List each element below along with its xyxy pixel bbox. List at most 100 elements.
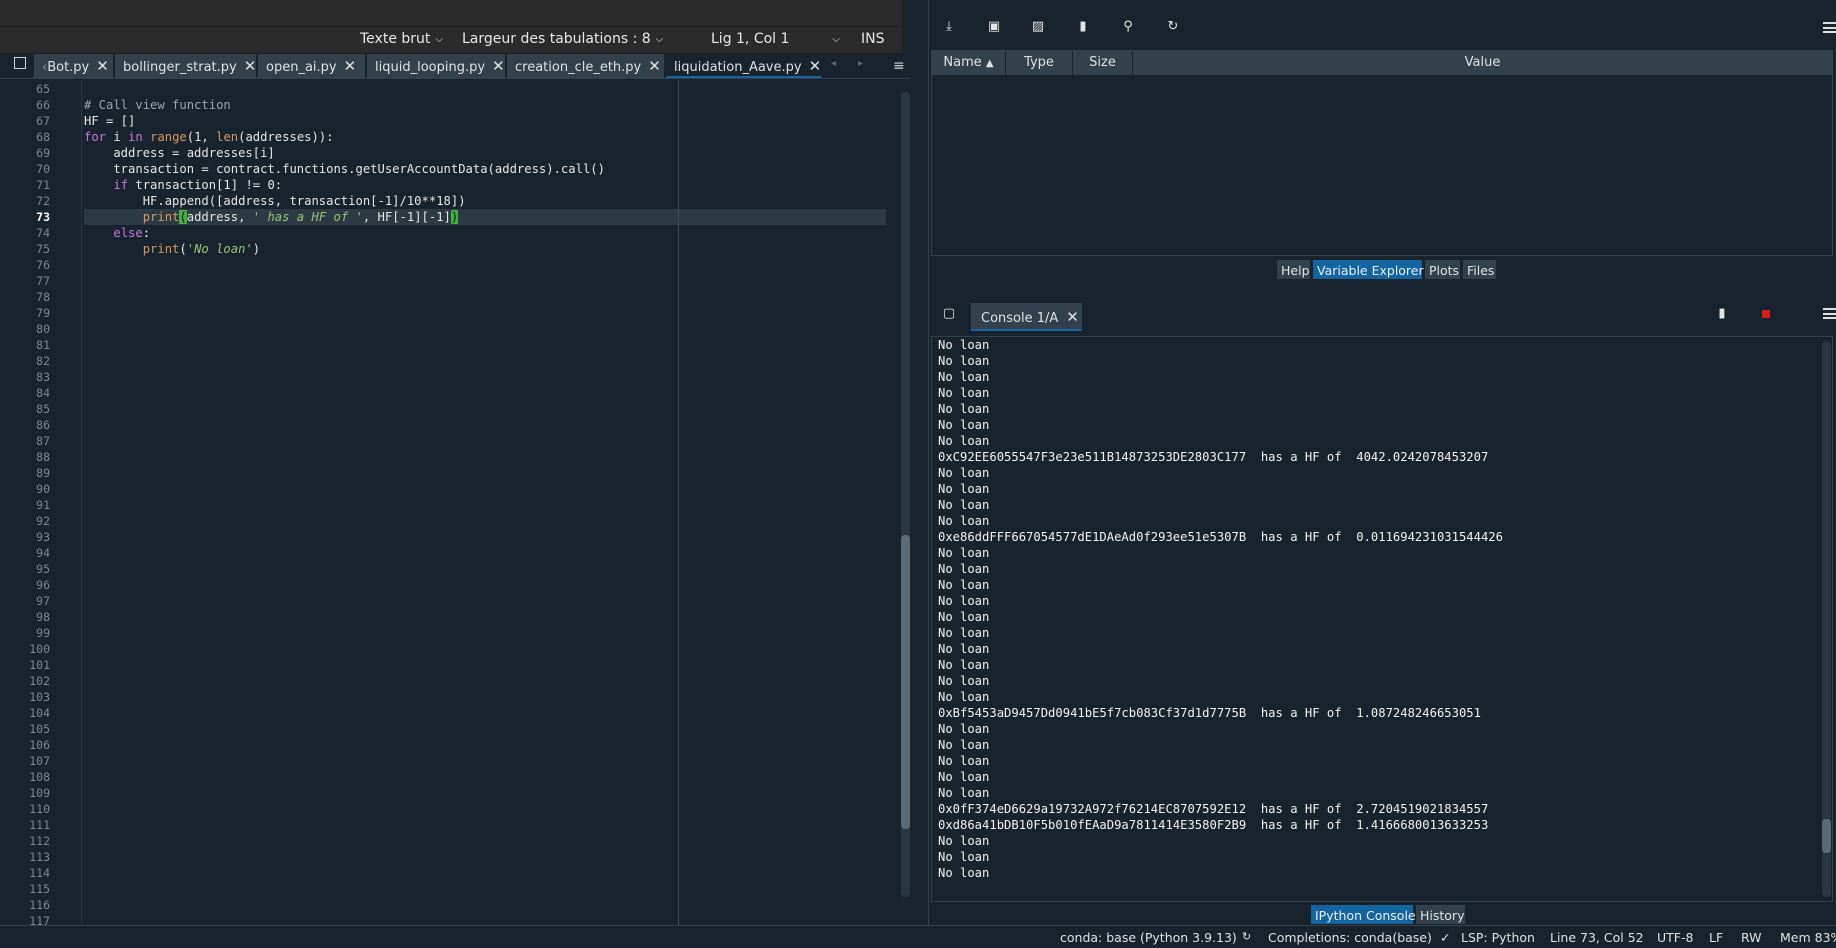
editor-scrollbar[interactable] bbox=[901, 92, 910, 897]
encoding-status: UTF-8 bbox=[1657, 930, 1694, 945]
line-number: 84 bbox=[36, 386, 50, 400]
console-line: No loan bbox=[938, 546, 990, 560]
line-number: 71 bbox=[36, 178, 50, 192]
line-number: 106 bbox=[29, 738, 50, 752]
close-icon[interactable]: ✕ bbox=[96, 57, 109, 75]
options-menu-icon[interactable] bbox=[1823, 22, 1836, 33]
scroll-tabs-right-icon[interactable]: ▸ bbox=[858, 58, 863, 69]
edge-line bbox=[678, 80, 679, 925]
line-number: 93 bbox=[36, 530, 50, 544]
chevron-down-icon: ⌵ bbox=[832, 34, 841, 45]
variable-explorer-toolbar: ⤓ ▣ ▨ ▮ ⚲ ↻ bbox=[928, 10, 1836, 50]
tab-bollinger-strat[interactable]: bollinger_strat.py ✕ bbox=[115, 54, 257, 78]
line-number: 109 bbox=[29, 786, 50, 800]
tab-console-1a[interactable]: Console 1/A ✕ bbox=[971, 303, 1082, 331]
console-scrollbar[interactable] bbox=[1822, 341, 1831, 897]
variable-explorer-table[interactable]: Name ▲ Type Size Value bbox=[931, 50, 1833, 256]
clear-console-icon[interactable]: ▮ bbox=[1715, 307, 1729, 321]
browse-tabs-icon[interactable] bbox=[14, 57, 26, 69]
tab-label: liquid_looping.py bbox=[375, 60, 486, 75]
new-console-icon[interactable]: ▢ bbox=[942, 307, 956, 321]
line-number: 116 bbox=[29, 898, 50, 912]
line-number: 103 bbox=[29, 690, 50, 704]
chevron-down-icon: ⌵ bbox=[655, 34, 664, 45]
console-line: No loan bbox=[938, 386, 990, 400]
line-number: 82 bbox=[36, 354, 50, 368]
rw-status: RW bbox=[1741, 930, 1762, 945]
refresh-icon[interactable]: ↻ bbox=[1166, 20, 1180, 34]
tab-label: liquidation_Aave.py bbox=[674, 60, 802, 75]
console-line: No loan bbox=[938, 786, 990, 800]
code-line-68: for i in range(1, len(addresses)): bbox=[84, 129, 334, 145]
completions-status[interactable]: Completions: conda(base) bbox=[1268, 930, 1432, 945]
stop-kernel-icon[interactable] bbox=[1762, 310, 1770, 318]
column-header-value[interactable]: Value bbox=[1133, 51, 1832, 75]
close-icon[interactable]: ✕ bbox=[492, 57, 505, 75]
save-as-icon[interactable]: ▨ bbox=[1031, 20, 1045, 34]
conda-env-status[interactable]: conda: base (Python 3.9.13) bbox=[1060, 930, 1237, 945]
console-line: No loan bbox=[938, 642, 990, 656]
tab-liquid-looping[interactable]: liquid_looping.py ✕ bbox=[367, 54, 506, 78]
tab-open-ai[interactable]: open_ai.py ✕ bbox=[258, 54, 366, 78]
console-options-menu-icon[interactable] bbox=[1823, 308, 1836, 319]
console-scrollbar-handle[interactable] bbox=[1822, 819, 1831, 853]
console-tab-bar: ▢ Console 1/A ✕ ▮ bbox=[928, 300, 1836, 333]
tab-creation-cle-eth[interactable]: creation_cle_eth.py ✕ bbox=[507, 54, 665, 78]
code-line-67: HF = [] bbox=[84, 114, 136, 128]
column-header-name[interactable]: Name ▲ bbox=[932, 51, 1006, 75]
line-number: 117 bbox=[29, 914, 50, 925]
hamburger-menu-icon[interactable]: ≡ bbox=[893, 58, 905, 74]
ipython-console[interactable]: No loan No loan No loan No loan No loan No lo… bbox=[931, 336, 1833, 902]
editor-scrollbar-handle[interactable] bbox=[901, 535, 910, 829]
console-line: No loan bbox=[938, 626, 990, 640]
tab-ipython-console[interactable]: IPython Console bbox=[1310, 904, 1416, 925]
import-data-icon[interactable]: ⤓ bbox=[942, 20, 956, 34]
console-line: 0xd86a41bDB10F5b010fEAaD9a7811414E3580F2… bbox=[938, 818, 1489, 832]
tab-plots[interactable]: Plots bbox=[1424, 259, 1461, 280]
console-line: 0x0fF374eD6629a19732A972f76214EC8707592E… bbox=[938, 802, 1489, 816]
code-line-69: address = addresses[i] bbox=[84, 146, 275, 160]
console-line: No loan bbox=[938, 674, 990, 688]
line-number: 92 bbox=[36, 514, 50, 528]
console-line: No loan bbox=[938, 610, 990, 624]
search-icon[interactable]: ⚲ bbox=[1121, 20, 1135, 34]
code-editor[interactable]: 65 66 67 68 69 70 71 72 73 74 75 76 77 78 79 80 81 82 83 84… bbox=[0, 80, 910, 925]
close-icon[interactable]: ✕ bbox=[244, 57, 257, 75]
string-literal: 'No loan' bbox=[186, 242, 253, 256]
tab-liquidation-aave[interactable]: liquidation_Aave.py ✕ bbox=[666, 54, 822, 78]
lsp-status[interactable]: LSP: Python bbox=[1461, 930, 1535, 945]
column-header-size[interactable]: Size bbox=[1073, 51, 1133, 75]
close-icon[interactable]: ✕ bbox=[344, 57, 357, 75]
syntax-mode-dropdown[interactable]: Texte brut ⌵ bbox=[360, 31, 443, 47]
tab-help[interactable]: Help bbox=[1276, 259, 1311, 280]
tab-history[interactable]: History bbox=[1415, 904, 1466, 925]
column-header-type[interactable]: Type bbox=[1006, 51, 1073, 75]
sort-ascending-icon: ▲ bbox=[985, 58, 994, 69]
console-line: No loan bbox=[938, 754, 990, 768]
line-number: 73 bbox=[36, 210, 50, 224]
editor-status-toolbar: Texte brut ⌵ Largeur des tabulations : 8 ⌵… bbox=[0, 27, 902, 54]
builtin: print bbox=[142, 242, 180, 256]
close-icon[interactable]: ✕ bbox=[809, 57, 822, 75]
tab-variable-explorer[interactable]: Variable Explorer bbox=[1312, 259, 1424, 280]
tab-width-dropdown[interactable]: Largeur des tabulations : 8 ⌵ bbox=[462, 31, 663, 47]
scroll-tabs-left-icon[interactable]: ◂ bbox=[831, 58, 836, 69]
line-number: 112 bbox=[29, 834, 50, 848]
close-icon[interactable]: ✕ bbox=[1066, 308, 1079, 326]
console-line: 0xBf5453aD9457Dd0941bE5f7cb083Cf37d1d777… bbox=[938, 706, 1481, 720]
console-line: No loan bbox=[938, 850, 990, 864]
code-area[interactable]: # Call view function HF = [] for i in ra… bbox=[84, 80, 886, 925]
save-icon[interactable]: ▣ bbox=[987, 20, 1001, 34]
line-number: 85 bbox=[36, 402, 50, 416]
cursor-position-dropdown[interactable]: Lig 1, Col 1 ⌵ bbox=[711, 31, 840, 47]
close-icon[interactable]: ✕ bbox=[648, 57, 661, 75]
delete-icon[interactable]: ▮ bbox=[1076, 20, 1090, 34]
tab-files[interactable]: Files bbox=[1462, 259, 1497, 280]
tab-label: bollinger_strat.py bbox=[123, 60, 237, 75]
line-number: 81 bbox=[36, 338, 50, 352]
code-line-73: print(address, ' has a HF of ', HF[-1][-… bbox=[84, 209, 459, 225]
syntax-mode-label: Texte brut bbox=[360, 31, 431, 47]
insert-mode-indicator[interactable]: INS bbox=[861, 31, 885, 47]
tab-bot[interactable]: ‹Bot.py ✕ bbox=[34, 54, 114, 78]
console-line: No loan bbox=[938, 562, 990, 576]
